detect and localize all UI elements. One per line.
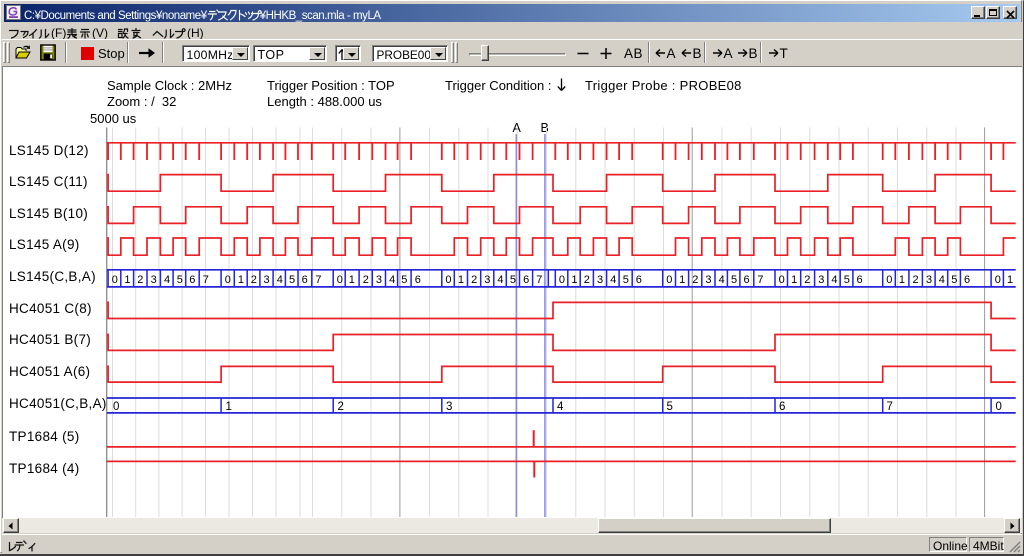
svg-text:4: 4 [164,274,170,286]
svg-text:2: 2 [913,274,919,286]
svg-text:6: 6 [523,274,529,286]
svg-text:0: 0 [886,274,892,286]
svg-text:2: 2 [338,401,344,413]
svg-text:3: 3 [264,274,270,286]
svg-text:0: 0 [225,274,231,286]
svg-text:5: 5 [177,274,183,286]
svg-text:3: 3 [926,274,932,286]
svg-text:5: 5 [510,274,516,286]
svg-text:0: 0 [666,274,672,286]
svg-text:1: 1 [791,274,797,286]
svg-text:1: 1 [571,274,577,286]
svg-text:4: 4 [389,274,395,286]
svg-text:6: 6 [744,274,750,286]
svg-text:5: 5 [401,274,407,286]
svg-text:3: 3 [446,401,452,413]
svg-text:4: 4 [557,401,564,413]
svg-text:2: 2 [251,274,257,286]
svg-text:2: 2 [804,274,810,286]
svg-text:1: 1 [679,274,685,286]
svg-text:0: 0 [559,274,565,286]
svg-text:4: 4 [831,274,837,286]
svg-text:1: 1 [124,274,130,286]
svg-text:6: 6 [189,274,195,286]
svg-text:4: 4 [610,274,616,286]
svg-text:5: 5 [731,274,737,286]
svg-text:1: 1 [226,401,232,413]
svg-text:5: 5 [623,274,629,286]
svg-text:6: 6 [302,274,308,286]
svg-text:0: 0 [113,401,119,413]
svg-text:1: 1 [899,274,905,286]
svg-text:1: 1 [238,274,244,286]
svg-text:4: 4 [497,274,503,286]
svg-text:2: 2 [584,274,590,286]
svg-text:3: 3 [818,274,824,286]
svg-text:4: 4 [277,274,283,286]
svg-text:3: 3 [376,274,382,286]
svg-text:2: 2 [692,274,698,286]
svg-text:6: 6 [964,274,970,286]
svg-text:7: 7 [887,401,893,413]
svg-text:6: 6 [415,274,421,286]
svg-text:6: 6 [636,274,642,286]
svg-text:0: 0 [996,401,1002,413]
svg-text:6: 6 [857,274,863,286]
svg-text:1: 1 [458,274,464,286]
svg-text:2: 2 [137,274,143,286]
svg-text:0: 0 [445,274,451,286]
svg-text:2: 2 [363,274,369,286]
svg-text:4: 4 [719,274,725,286]
svg-text:5: 5 [289,274,295,286]
svg-text:1: 1 [349,274,355,286]
svg-text:5: 5 [844,274,850,286]
svg-text:4: 4 [939,274,945,286]
svg-text:0: 0 [337,274,343,286]
svg-text:0: 0 [995,274,1001,286]
svg-text:3: 3 [705,274,711,286]
svg-text:7: 7 [203,274,209,286]
svg-text:5: 5 [667,401,673,413]
svg-text:3: 3 [151,274,157,286]
svg-text:3: 3 [484,274,490,286]
svg-text:6: 6 [779,401,785,413]
svg-text:1: 1 [1007,274,1013,286]
svg-text:0: 0 [779,274,785,286]
svg-text:0: 0 [112,274,118,286]
svg-text:7: 7 [315,274,321,286]
svg-text:7: 7 [536,274,542,286]
svg-text:3: 3 [597,274,603,286]
svg-text:2: 2 [471,274,477,286]
svg-text:5: 5 [951,274,957,286]
svg-text:7: 7 [757,274,763,286]
